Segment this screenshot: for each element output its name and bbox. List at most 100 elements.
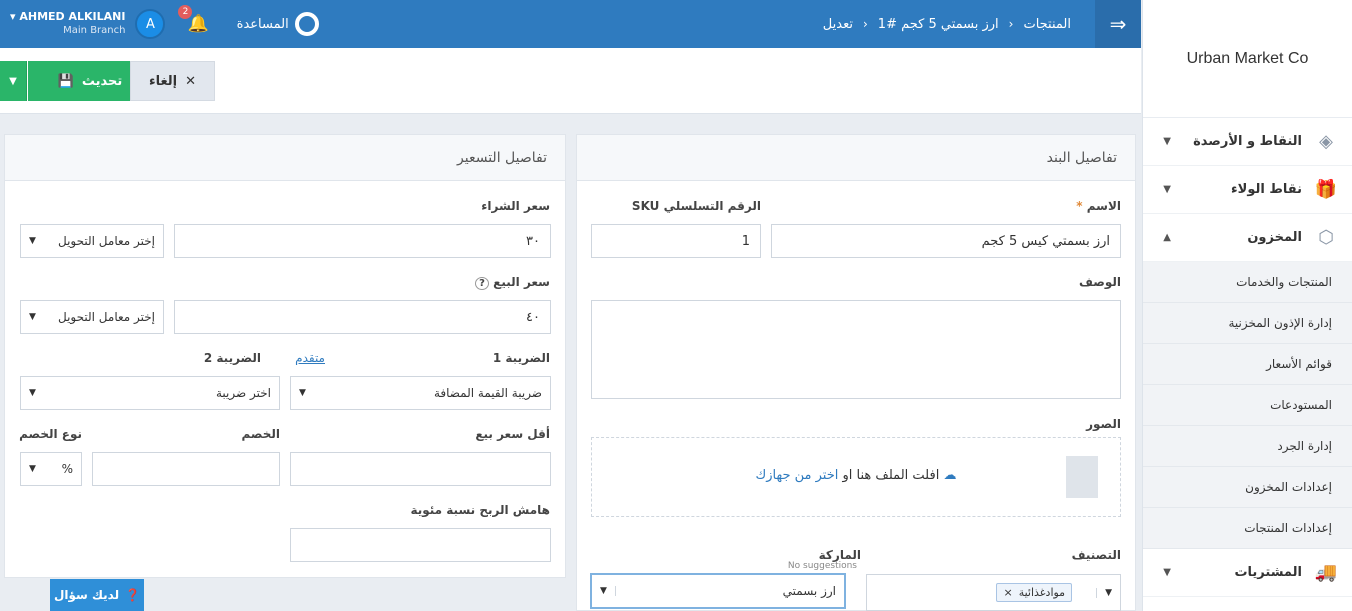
sidebar-item-label: المخزون [1247,230,1302,245]
sale-price-input[interactable]: ٤٠ [174,300,551,334]
top-bar: ▾ AHMED ALKILANI Main Branch A 🔔 2 المساع… [0,0,1141,48]
description-textarea[interactable] [591,300,1121,399]
chevron-down-icon: ▼ [1096,587,1112,598]
user-area: ▾ AHMED ALKILANI Main Branch A 🔔 2 المساع… [0,0,319,48]
drop-text: افلت الملف هنا او [842,468,940,483]
breadcrumb: المنتجات ‹ ارز بسمتي 5 كجم #1 ‹ تعديل [823,0,1071,48]
sale-price-label: سعر البيع ? [475,275,550,290]
pricing-title: تفاصيل التسعير [5,135,565,181]
sidebar-item-loyalty[interactable]: 🎁 نقاط الولاء ▼ [1143,166,1352,214]
images-label: الصور [1086,417,1121,431]
truck-icon: 🚚 [1314,562,1338,583]
chevron-down-icon: ▾ [10,10,20,23]
category-select[interactable]: ▼ موادغذائية × [866,574,1121,611]
tax2-select[interactable]: اختر ضريبة ▼ [20,376,280,410]
sidebar-subitem-stocktaking[interactable]: إدارة الجرد [1143,426,1352,467]
sidebar-subitem-product-settings[interactable]: إعدادات المنتجات [1143,508,1352,549]
user-name: AHMED ALKILANI [19,10,126,23]
update-label: تحديث [81,73,123,89]
notification-badge: 2 [178,5,193,19]
chevron-down-icon: ▼ [9,75,17,87]
discount-type-select[interactable]: % ▼ [20,452,82,486]
tax1-select[interactable]: ضريبة القيمة المضافة ▼ [290,376,551,410]
chevron-down-icon: ▼ [1163,184,1171,195]
name-label: الاسم * [1076,199,1121,213]
bell-icon[interactable]: 🔔 2 [178,5,209,34]
gift-icon: 🎁 [1314,179,1338,200]
sidebar-subitem-products[interactable]: المنتجات والخدمات [1143,262,1352,303]
chevron-down-icon: ▼ [600,586,616,596]
chevron-left-icon: ‹ [1008,17,1014,31]
tax2-label: الضريبة 2 [203,351,261,365]
help-question-icon[interactable]: ? [475,277,489,290]
lifebuoy-icon [294,12,319,36]
user-menu[interactable]: ▾ AHMED ALKILANI Main Branch [10,10,125,38]
sku-input[interactable]: 1 [591,224,761,258]
chevron-up-icon: ▲ [1163,232,1171,243]
tax1-value: ضريبة القيمة المضافة [433,386,542,400]
sidebar-subitem-warehouses[interactable]: المستودعات [1143,385,1352,426]
category-label: التصنيف [1071,548,1121,562]
min-price-input[interactable] [290,452,551,486]
purchase-price-input[interactable]: ٣٠ [174,224,551,258]
ask-question-label: لديك سؤال [53,588,120,602]
profit-margin-input[interactable] [290,528,551,562]
sidebar-item-label: نقاط الولاء [1231,182,1302,197]
sale-conversion-select[interactable]: إختر معامل التحويل ▼ [20,300,164,334]
breadcrumb-product[interactable]: ارز بسمتي 5 كجم #1 [878,17,999,32]
remove-tag-icon[interactable]: × [1003,586,1012,599]
image-dropzone[interactable]: ☁ افلت الملف هنا او اختر من جهازك [591,437,1121,517]
question-circle-icon: ❓ [125,588,141,602]
ask-question-button[interactable]: لديك سؤال ❓ [50,579,144,611]
sidebar-item-purchases[interactable]: 🚚 المشتريات ▼ [1143,549,1352,597]
update-dropdown-button[interactable]: ▼ [0,61,27,101]
chevron-down-icon: ▼ [299,388,306,398]
save-icon: 💾 [57,73,74,89]
discount-type-value: % [61,462,73,476]
brand-value: ارز بسمتي [782,584,836,598]
choose-file-link[interactable]: اختر من جهازك [756,468,839,483]
chevron-down-icon: ▼ [29,388,36,398]
cancel-button[interactable]: إلغاء ✕ [130,61,215,101]
sidebar-item-balances[interactable]: ◈ النقاط و الأرصدة ▼ [1143,118,1352,166]
category-tag-label: موادغذائية [1018,586,1066,599]
discount-type-label: نوع الخصم [19,427,82,441]
tax1-label: الضريبة 1 [492,351,550,365]
brand-hint: No suggestions [787,561,857,571]
purchase-conversion-select[interactable]: إختر معامل التحويل ▼ [20,224,164,258]
chevron-left-icon: ‹ [862,17,868,31]
brand-label: الماركة [818,548,861,562]
sidebar-subitem-inventory-settings[interactable]: إعدادات المخزون [1143,467,1352,508]
cancel-label: إلغاء [148,73,178,89]
discount-input[interactable] [92,452,280,486]
conversion-placeholder: إختر معامل التحويل [58,234,155,248]
upload-cloud-icon: ☁ [943,468,957,483]
tax2-value: اختر ضريبة [215,386,271,400]
chevron-down-icon: ▼ [29,312,36,322]
description-label: الوصف [1078,275,1121,289]
conversion-placeholder: إختر معامل التحويل [58,310,155,324]
chevron-down-icon: ▼ [1163,136,1171,147]
breadcrumb-products[interactable]: المنتجات [1023,17,1071,32]
advanced-link[interactable]: متقدم [295,351,325,365]
purchase-price-label: سعر الشراء [481,199,550,213]
help-link[interactable]: المساعدة [237,12,319,36]
layers-icon: ◈ [1319,131,1333,152]
name-input[interactable]: ارز بسمتي كيس 5 كجم [771,224,1121,258]
action-bar: ▼ 💾 تحديث إلغاء ✕ [0,48,1141,114]
sidebar-item-inventory[interactable]: ⬡ المخزون ▲ [1143,214,1352,262]
company-name: Urban Market Co [1143,0,1352,118]
dropzone-text: ☁ افلت الملف هنا او اختر من جهازك [592,468,1120,483]
help-label: المساعدة [236,16,289,32]
chevron-down-icon: ▼ [29,464,36,474]
sidebar-item-label: النقاط و الأرصدة [1193,134,1302,149]
category-tag[interactable]: موادغذائية × [996,583,1073,602]
discount-label: الخصم [241,427,280,441]
item-details-title: تفاصيل البند [577,135,1135,181]
sidebar: Urban Market Co ◈ النقاط و الأرصدة ▼ 🎁 ن… [1142,0,1352,611]
avatar[interactable]: A [135,9,166,39]
menu-toggle-icon[interactable]: ⇒ [1095,0,1141,48]
brand-input[interactable]: ارز بسمتي ▼ [590,573,846,609]
sidebar-subitem-stock-permits[interactable]: إدارة الإذون المخزنية [1143,303,1352,344]
sidebar-subitem-price-lists[interactable]: قوائم الأسعار [1143,344,1352,385]
